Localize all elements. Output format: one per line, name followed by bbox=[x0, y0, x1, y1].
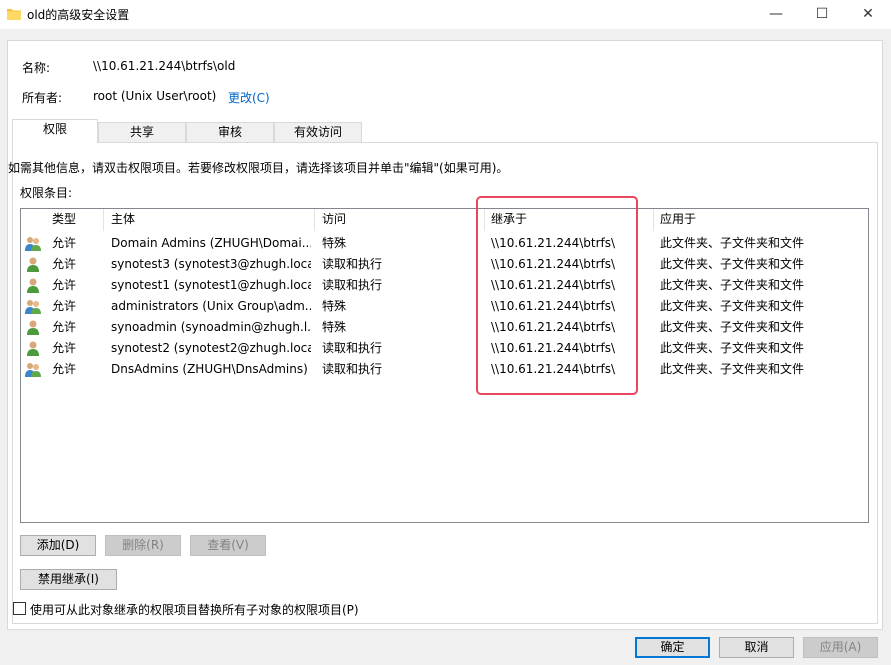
row-type: 允许 bbox=[52, 320, 77, 334]
column-separator[interactable] bbox=[653, 209, 654, 231]
window-title: old的高级安全设置 bbox=[27, 8, 130, 22]
table-row[interactable]: 允许 DnsAdmins (ZHUGH\DnsAdmins) 读取和执行 \\1… bbox=[21, 359, 869, 380]
column-separator[interactable] bbox=[103, 209, 104, 231]
change-owner-link[interactable]: 更改(C) bbox=[228, 89, 270, 106]
row-principal: synotest3 (synotest3@zhugh.local) bbox=[111, 257, 311, 271]
ok-button[interactable]: 确定 bbox=[635, 637, 710, 658]
table-row[interactable]: 允许 synoadmin (synoadmin@zhugh.l... 特殊 \\… bbox=[21, 317, 869, 338]
row-access: 特殊 bbox=[322, 299, 347, 313]
tab-effective-access[interactable]: 有效访问 bbox=[274, 122, 362, 143]
title-bar: old的高级安全设置 — ☐ ✕ bbox=[0, 0, 891, 29]
user-icon bbox=[27, 320, 39, 335]
row-principal: administrators (Unix Group\adm... bbox=[111, 299, 311, 313]
remove-button[interactable]: 删除(R) bbox=[105, 535, 181, 556]
row-inherited-from: \\10.61.21.244\btrfs\ bbox=[491, 278, 616, 292]
name-label: 名称: bbox=[22, 61, 51, 75]
row-access: 读取和执行 bbox=[322, 341, 383, 355]
row-applies-to: 此文件夹、子文件夹和文件 bbox=[660, 257, 805, 271]
column-header-inherited-from[interactable]: 继承于 bbox=[491, 209, 527, 231]
row-type: 允许 bbox=[52, 278, 77, 292]
row-inherited-from: \\10.61.21.244\btrfs\ bbox=[491, 236, 616, 250]
row-access: 特殊 bbox=[322, 236, 347, 250]
column-header-type[interactable]: 类型 bbox=[52, 209, 76, 231]
table-row[interactable]: 允许 synotest1 (synotest1@zhugh.local) 读取和… bbox=[21, 275, 869, 296]
apply-button[interactable]: 应用(A) bbox=[803, 637, 878, 658]
row-inherited-from: \\10.61.21.244\btrfs\ bbox=[491, 257, 616, 271]
owner-label: 所有者: bbox=[22, 91, 63, 105]
replace-child-permissions-checkbox[interactable] bbox=[13, 602, 26, 615]
tab-sharing[interactable]: 共享 bbox=[98, 122, 186, 143]
entries-label: 权限条目: bbox=[20, 186, 73, 200]
row-applies-to: 此文件夹、子文件夹和文件 bbox=[660, 236, 805, 250]
column-separator[interactable] bbox=[484, 209, 485, 231]
column-header-access[interactable]: 访问 bbox=[322, 209, 346, 231]
row-principal: synoadmin (synoadmin@zhugh.l... bbox=[111, 320, 311, 334]
row-inherited-from: \\10.61.21.244\btrfs\ bbox=[491, 299, 616, 313]
row-type: 允许 bbox=[52, 341, 77, 355]
row-principal: Domain Admins (ZHUGH\Domai... bbox=[111, 236, 311, 250]
table-row[interactable]: 允许 synotest2 (synotest2@zhugh.local) 读取和… bbox=[21, 338, 869, 359]
column-separator[interactable] bbox=[314, 209, 315, 231]
permissions-hint: 如需其他信息，请双击权限项目。若要修改权限项目，请选择该项目并单击"编辑"(如果… bbox=[8, 161, 509, 175]
cancel-button[interactable]: 取消 bbox=[719, 637, 794, 658]
group-icon bbox=[25, 300, 41, 314]
row-applies-to: 此文件夹、子文件夹和文件 bbox=[660, 362, 805, 376]
column-header-principal[interactable]: 主体 bbox=[111, 209, 135, 231]
table-row[interactable]: 允许 Domain Admins (ZHUGH\Domai... 特殊 \\10… bbox=[21, 233, 869, 254]
row-principal: synotest1 (synotest1@zhugh.local) bbox=[111, 278, 311, 292]
row-type: 允许 bbox=[52, 362, 77, 376]
row-inherited-from: \\10.61.21.244\btrfs\ bbox=[491, 320, 616, 334]
row-applies-to: 此文件夹、子文件夹和文件 bbox=[660, 299, 805, 313]
table-row[interactable]: 允许 administrators (Unix Group\adm... 特殊 … bbox=[21, 296, 869, 317]
row-type: 允许 bbox=[52, 257, 77, 271]
user-icon bbox=[27, 341, 39, 356]
maximize-button[interactable]: ☐ bbox=[799, 0, 845, 29]
row-applies-to: 此文件夹、子文件夹和文件 bbox=[660, 278, 805, 292]
disable-inheritance-button[interactable]: 禁用继承(I) bbox=[20, 569, 117, 590]
tab-permissions[interactable]: 权限 bbox=[12, 119, 98, 143]
row-access: 特殊 bbox=[322, 320, 347, 334]
dialog-content: 名称: \\10.61.21.244\btrfs\old 所有者: root (… bbox=[7, 40, 883, 630]
table-row[interactable]: 允许 synotest3 (synotest3@zhugh.local) 读取和… bbox=[21, 254, 869, 275]
group-icon bbox=[25, 237, 41, 251]
owner-value: root (Unix User\root) bbox=[93, 89, 217, 103]
row-applies-to: 此文件夹、子文件夹和文件 bbox=[660, 341, 805, 355]
close-button[interactable]: ✕ bbox=[845, 0, 891, 29]
minimize-button[interactable]: — bbox=[753, 0, 799, 29]
row-inherited-from: \\10.61.21.244\btrfs\ bbox=[491, 362, 616, 376]
group-icon bbox=[25, 363, 41, 377]
column-header-applies-to[interactable]: 应用于 bbox=[660, 209, 696, 231]
row-access: 读取和执行 bbox=[322, 257, 383, 271]
row-principal: DnsAdmins (ZHUGH\DnsAdmins) bbox=[111, 362, 308, 376]
user-icon bbox=[27, 257, 39, 272]
folder-icon bbox=[7, 9, 21, 20]
row-inherited-from: \\10.61.21.244\btrfs\ bbox=[491, 341, 616, 355]
name-value: \\10.61.21.244\btrfs\old bbox=[93, 59, 236, 73]
replace-child-permissions-label[interactable]: 使用可从此对象继承的权限项目替换所有子对象的权限项目(P) bbox=[30, 601, 359, 618]
tab-auditing[interactable]: 审核 bbox=[186, 122, 274, 143]
row-applies-to: 此文件夹、子文件夹和文件 bbox=[660, 320, 805, 334]
row-principal: synotest2 (synotest2@zhugh.local) bbox=[111, 341, 311, 355]
row-type: 允许 bbox=[52, 299, 77, 313]
user-icon bbox=[27, 278, 39, 293]
row-type: 允许 bbox=[52, 236, 77, 250]
row-access: 读取和执行 bbox=[322, 362, 383, 376]
row-access: 读取和执行 bbox=[322, 278, 383, 292]
view-button[interactable]: 查看(V) bbox=[190, 535, 266, 556]
permission-entries-list[interactable]: 类型 主体 访问 继承于 应用于 允许 Domain Admins (ZHUGH… bbox=[20, 208, 869, 523]
add-button[interactable]: 添加(D) bbox=[20, 535, 96, 556]
